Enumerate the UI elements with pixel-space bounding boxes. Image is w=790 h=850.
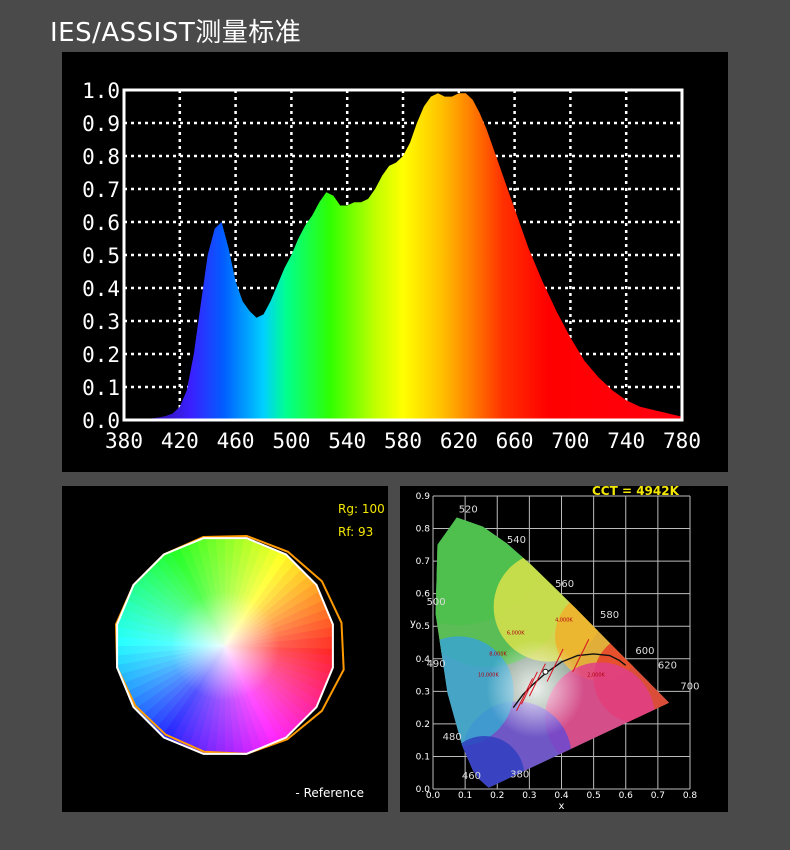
spectrum-x-tick: 500 <box>272 429 310 453</box>
cie-y-tick: 0.4 <box>416 655 431 665</box>
measured-point <box>542 668 549 675</box>
spectrum-x-tick: 780 <box>663 429 701 453</box>
cie-y-tick: 0.6 <box>416 590 431 600</box>
color-vector-graphic: Rg: 100 Rf: 93 <box>114 502 385 755</box>
cct-label: 6,000K <box>507 630 525 636</box>
wavelength-label: 540 <box>507 535 526 546</box>
cie-y-axis-label: y <box>410 618 416 629</box>
spectrum-x-tick: 700 <box>551 429 589 453</box>
wavelength-label: 580 <box>600 610 619 621</box>
cie-y-tick: 0.7 <box>416 557 430 567</box>
spectrum-x-tick: 740 <box>607 429 645 453</box>
wavelength-label: 700 <box>680 682 699 693</box>
rf-label: Rf: 93 <box>338 525 373 539</box>
cie-y-tick: 0.2 <box>416 720 430 730</box>
wavelength-label: 600 <box>635 646 654 657</box>
page-title: IES/ASSIST测量标准 <box>50 18 302 48</box>
cie-y-tick: 0.3 <box>416 687 430 697</box>
spectrum-x-tick: 540 <box>328 429 366 453</box>
wavelength-label: 460 <box>462 771 481 782</box>
cie-y-tick: 0.9 <box>416 492 431 502</box>
spectrum-area <box>124 93 682 421</box>
spectrum-y-tick: 1.0 <box>82 79 120 103</box>
cie-x-tick: 0.7 <box>651 791 665 801</box>
wavelength-label: 380 <box>510 770 529 781</box>
spectrum-chart-panel: 380 420 460 500 540 580 620 660 700 740 780 0.0 0.1 0… <box>62 52 728 472</box>
spectrum-x-tick: 620 <box>440 429 478 453</box>
spectrum-y-tick: 0.4 <box>82 277 120 301</box>
reference-legend: - Reference <box>295 786 364 800</box>
wheel-center-glow <box>117 538 333 754</box>
spectrum-y-tick: 0.5 <box>82 244 120 268</box>
spectrum-y-tick: 0.6 <box>82 211 120 235</box>
cie-y-tick: 0.5 <box>416 622 430 632</box>
cie-y-tick: 0.8 <box>416 525 431 535</box>
cie-diagram-panel: 10,000K 8,000K 6,000K 4,000K 2,000K 520 540 560… <box>400 486 728 812</box>
cie-x-tick: 0.1 <box>458 791 472 801</box>
spectrum-y-tick: 0.2 <box>82 343 120 367</box>
cie-x-tick: 0.6 <box>619 791 634 801</box>
wavelength-label: 620 <box>658 661 677 672</box>
spectrum-y-tick: 0.8 <box>82 145 120 169</box>
cie-x-tick: 0.3 <box>522 791 536 801</box>
cct-label: CCT = 4942K <box>592 486 680 498</box>
wavelength-label: 480 <box>443 732 462 743</box>
spectrum-chart: 380 420 460 500 540 580 620 660 700 740 7800.00.10… <box>82 79 701 453</box>
cie-chromaticity-diagram: 10,000K 8,000K 6,000K 4,000K 2,000K 520 540 560… <box>410 486 699 812</box>
cie-x-tick: 0.8 <box>683 791 698 801</box>
spectrum-x-tick: 460 <box>217 429 255 453</box>
cie-x-tick: 0.5 <box>586 791 600 801</box>
spectrum-y-tick: 0.7 <box>82 178 120 202</box>
spectrum-y-tick: 0.3 <box>82 310 120 334</box>
color-vector-panel: Rg: 100 Rf: 93 - Reference <box>62 486 388 812</box>
cct-label: 2,000K <box>587 673 605 679</box>
cie-x-tick: 0.4 <box>554 791 569 801</box>
cie-y-tick: 0.0 <box>416 785 431 795</box>
spectrum-x-tick: 420 <box>161 429 199 453</box>
cct-label: 8,000K <box>489 652 507 658</box>
cct-label: 4,000K <box>555 617 573 623</box>
rg-label: Rg: 100 <box>338 502 385 516</box>
spectrum-y-tick: 0.9 <box>82 112 120 136</box>
wavelength-label: 520 <box>459 504 478 515</box>
cie-x-tick: 0.2 <box>490 791 504 801</box>
spectrum-x-tick: 580 <box>384 429 422 453</box>
hue-wheel <box>117 538 333 754</box>
wavelength-label: 560 <box>555 579 574 590</box>
spectrum-y-tick: 0.0 <box>82 409 120 433</box>
cct-label: 10,000K <box>478 673 499 679</box>
cie-y-tick: 0.1 <box>416 752 430 762</box>
spectrum-y-tick: 0.1 <box>82 376 120 400</box>
spectrum-x-tick: 660 <box>496 429 534 453</box>
cie-x-axis-label: x <box>559 801 565 812</box>
